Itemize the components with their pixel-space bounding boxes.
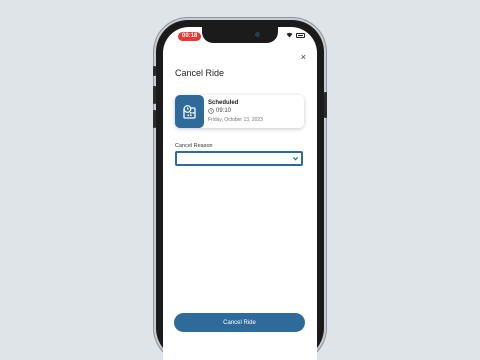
- wifi-icon: [286, 32, 293, 38]
- ride-card: Scheduled 09:10 Friday, October 13, 2023: [175, 95, 304, 128]
- phone-notch: [202, 27, 278, 43]
- ride-time: 09:10: [216, 108, 232, 114]
- cancel-ride-button[interactable]: Cancel Ride: [174, 313, 305, 332]
- cancel-reason-label: Cancel Reason: [175, 143, 213, 149]
- ride-date: Friday, October 13, 2023: [208, 117, 263, 123]
- status-bar-time: 00:18: [178, 32, 202, 41]
- app-screen: 00:18 × Cancel Ride Scheduled 09:10 Frid…: [163, 27, 317, 360]
- phone-side-button-silent: [153, 66, 156, 76]
- phone-side-button-power: [324, 92, 327, 118]
- clock-icon: [208, 108, 214, 114]
- chevron-down-icon: [292, 157, 299, 161]
- status-bar-icons: [286, 32, 305, 38]
- scheduled-ride-icon: [175, 95, 204, 128]
- page-title: Cancel Ride: [175, 68, 225, 78]
- ride-status: Scheduled: [208, 100, 239, 106]
- phone-side-button-volume-up: [153, 86, 156, 104]
- calendar-clock-icon: [182, 104, 196, 119]
- camera-icon: [255, 32, 260, 37]
- close-icon[interactable]: ×: [301, 53, 306, 62]
- phone-frame: 00:18 × Cancel Ride Scheduled 09:10 Frid…: [153, 20, 327, 360]
- cancel-reason-select[interactable]: [175, 151, 303, 166]
- ride-time-row: 09:10: [208, 108, 231, 114]
- battery-icon: [296, 32, 305, 38]
- phone-side-button-volume-down: [153, 110, 156, 128]
